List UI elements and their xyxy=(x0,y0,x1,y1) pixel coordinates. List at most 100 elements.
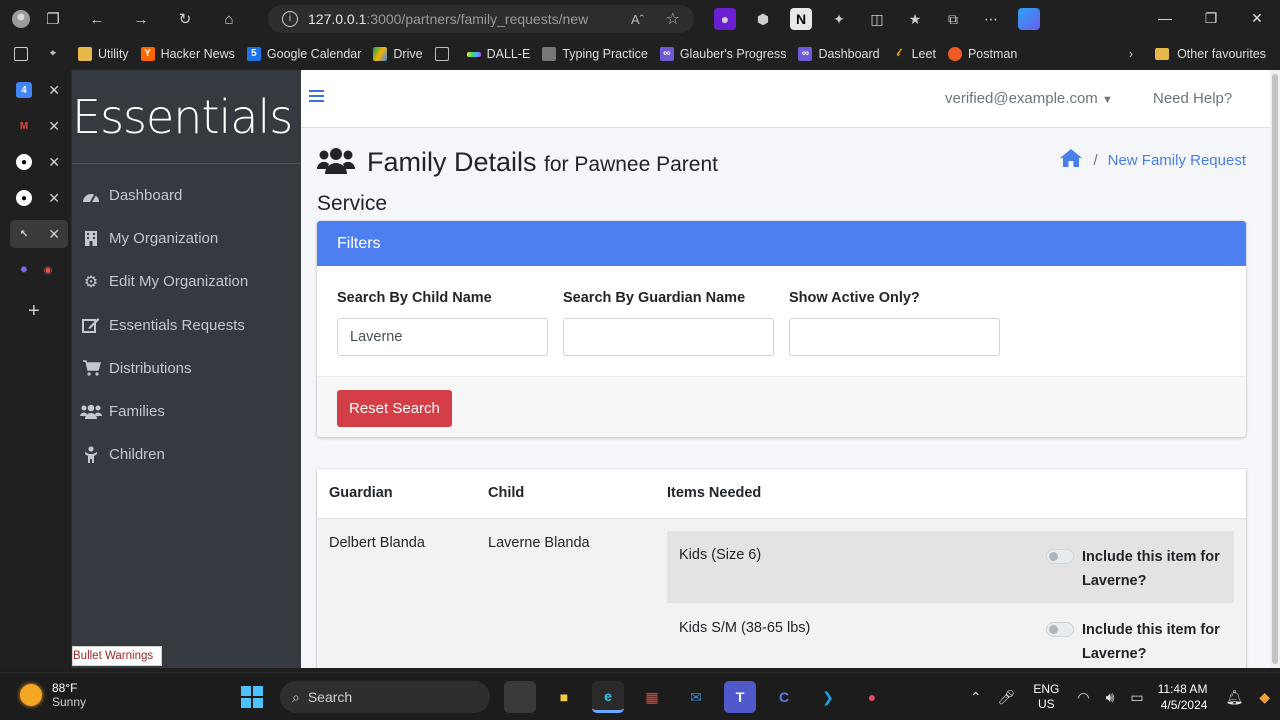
column-header-guardian: Guardian xyxy=(329,485,393,501)
edge-browser-icon[interactable]: e xyxy=(592,681,624,713)
sidebar-toggle-icon[interactable] xyxy=(14,47,34,61)
close-tab-icon[interactable]: ✕ xyxy=(48,82,60,99)
bookmark-8[interactable]: ∞ Dashboard xyxy=(798,47,880,61)
profile-avatar-icon[interactable] xyxy=(10,8,32,30)
tab-3[interactable]: ● ✕ xyxy=(10,148,68,176)
tab-4[interactable]: ● ✕ xyxy=(10,184,68,212)
bookmark-0[interactable]: Utility xyxy=(78,47,129,61)
copilot-taskbar-icon[interactable]: ◆ xyxy=(1259,689,1270,706)
shield-icon[interactable]: ⬢ xyxy=(752,8,774,30)
microphone-icon[interactable]: 🎤︎ xyxy=(998,689,1016,706)
back-arrow-icon[interactable]: ← xyxy=(86,8,108,30)
other-favourites[interactable]: › Other favourites xyxy=(1129,47,1266,61)
tab-6[interactable]: ✹ ◉ xyxy=(10,256,68,284)
column-header-items-needed: Items Needed xyxy=(667,485,762,501)
include-item-label[interactable]: Include this item for Laverne? xyxy=(1082,618,1222,666)
chevron-up-icon[interactable]: ⌃ xyxy=(970,689,982,706)
wifi-icon[interactable]: ◠ xyxy=(1077,689,1089,706)
sidebar-item-edit-organization[interactable]: ⚙ Edit My Organization xyxy=(72,260,301,303)
address-bar[interactable]: i 127.0.0.1:3000/partners/family_request… xyxy=(268,5,694,33)
bookmark-3[interactable]: Drive xyxy=(373,47,423,61)
bookmark-6[interactable]: Typing Practice xyxy=(542,47,648,61)
reset-search-button[interactable]: Reset Search xyxy=(337,390,452,427)
more-menu-icon[interactable]: ⋯ xyxy=(980,8,1002,30)
breadcrumb-current[interactable]: New Family Request xyxy=(1108,152,1246,169)
app-c-icon[interactable]: C xyxy=(768,681,800,713)
user-menu-dropdown[interactable]: verified@example.com ▼ xyxy=(945,90,1113,107)
vscode-icon[interactable]: ❯ xyxy=(812,681,844,713)
refresh-icon[interactable]: ↻ xyxy=(174,8,196,30)
site-info-icon[interactable]: i xyxy=(282,11,298,27)
workspaces-icon[interactable]: ❐ xyxy=(42,8,64,30)
bookmark-4[interactable] xyxy=(434,47,455,61)
teams-icon[interactable]: T xyxy=(724,681,756,713)
bookmark-10[interactable]: Postman xyxy=(947,47,1017,61)
clock[interactable]: 11:48 AM 4/5/2024 xyxy=(1158,681,1208,713)
pin-icon[interactable]: ⌖ xyxy=(46,47,66,61)
bookmark-1[interactable]: Y Hacker News xyxy=(140,47,235,61)
copilot-icon[interactable] xyxy=(1018,8,1040,30)
close-tab-icon[interactable]: ✕ xyxy=(48,118,60,135)
weather-widget[interactable]: 88°F Sunny xyxy=(20,681,86,709)
language-indicator[interactable]: ENG US xyxy=(1033,682,1059,712)
split-screen-icon[interactable]: ◫ xyxy=(866,8,888,30)
mail-icon[interactable]: ✉ xyxy=(680,681,712,713)
bookmark-7[interactable]: ∞ Glauber's Progress xyxy=(659,47,786,61)
bookmark-9[interactable]: 𝓁 Leet xyxy=(892,47,936,61)
sidebar-item-children[interactable]: Children xyxy=(72,433,301,476)
forward-arrow-icon[interactable]: → xyxy=(130,8,152,30)
guardian-name-input[interactable] xyxy=(563,318,774,356)
start-windows-icon[interactable] xyxy=(236,681,268,713)
new-tab-icon[interactable]: + xyxy=(28,300,40,323)
bookmark-5[interactable]: DALL-E xyxy=(466,47,530,61)
hamburger-menu-icon[interactable] xyxy=(309,90,324,104)
favorite-star-icon[interactable]: ☆ xyxy=(666,9,680,29)
include-item-toggle[interactable] xyxy=(1046,622,1074,637)
include-item-toggle[interactable] xyxy=(1046,549,1074,564)
need-help-link[interactable]: Need Help? xyxy=(1153,90,1232,107)
chevron-right-icon[interactable]: › xyxy=(1129,47,1133,61)
child-name-input[interactable] xyxy=(337,318,548,356)
home-icon[interactable]: ⌂ xyxy=(218,8,240,30)
sidebar-item-families[interactable]: Families xyxy=(72,390,301,433)
taskbar-search[interactable]: ⌕ Search xyxy=(280,681,490,713)
bookmark-2[interactable]: 5 Google Calendar xyxy=(246,47,361,61)
app-pink-icon[interactable]: ● xyxy=(856,681,888,713)
bullet-warnings-badge[interactable]: Bullet Warnings xyxy=(72,646,163,666)
extensions-puzzle-icon[interactable]: ✦ xyxy=(828,8,850,30)
extension-1-icon[interactable]: ● xyxy=(714,8,736,30)
github-icon: ● xyxy=(16,154,32,170)
sidebar-item-my-organization[interactable]: My Organization xyxy=(72,217,301,260)
favorites-icon[interactable]: ★ xyxy=(904,8,926,30)
item-row: Kids S/M (38-65 lbs) Include this item f… xyxy=(667,604,1234,668)
dalle-icon xyxy=(466,51,481,57)
tab-5-active[interactable]: ↖ ✕ xyxy=(10,220,68,248)
battery-icon[interactable]: ▭ xyxy=(1130,689,1143,706)
home-icon[interactable] xyxy=(1059,148,1083,172)
scrollbar-thumb[interactable] xyxy=(1272,74,1278,664)
task-view-icon[interactable] xyxy=(504,681,536,713)
tab-1[interactable]: 4 ✕ xyxy=(10,76,68,104)
include-item-label[interactable]: Include this item for Laverne? xyxy=(1082,545,1222,593)
minimize-icon[interactable]: — xyxy=(1142,0,1188,36)
close-tab-icon[interactable]: ✕ xyxy=(48,190,60,207)
sidebar-item-essentials-requests[interactable]: Essentials Requests xyxy=(72,304,301,347)
page-scrollbar[interactable] xyxy=(1270,70,1280,668)
close-window-icon[interactable]: ✕ xyxy=(1234,0,1280,36)
close-tab-icon[interactable]: ✕ xyxy=(48,154,60,171)
store-icon[interactable]: ▦ xyxy=(636,681,668,713)
notification-bell-icon[interactable]: 🔔︎ xyxy=(1225,689,1243,706)
close-tab-icon[interactable]: ✕ xyxy=(48,226,60,243)
restore-icon[interactable]: ❐ xyxy=(1188,0,1234,36)
tab-2[interactable]: M ✕ xyxy=(10,112,68,140)
read-aloud-icon[interactable]: Aˆ xyxy=(631,12,644,27)
brand-logo[interactable]: Essentials xyxy=(72,70,301,164)
collections-icon[interactable]: ⧉ xyxy=(942,8,964,30)
filters-header: Filters xyxy=(317,221,1246,266)
file-explorer-icon[interactable]: ■ xyxy=(548,681,580,713)
notion-icon[interactable]: N xyxy=(790,8,812,30)
volume-icon[interactable]: 🔊︎ xyxy=(1106,689,1115,706)
sidebar-item-distributions[interactable]: Distributions xyxy=(72,347,301,390)
sidebar-item-dashboard[interactable]: Dashboard xyxy=(72,174,301,217)
active-only-input[interactable] xyxy=(789,318,1000,356)
